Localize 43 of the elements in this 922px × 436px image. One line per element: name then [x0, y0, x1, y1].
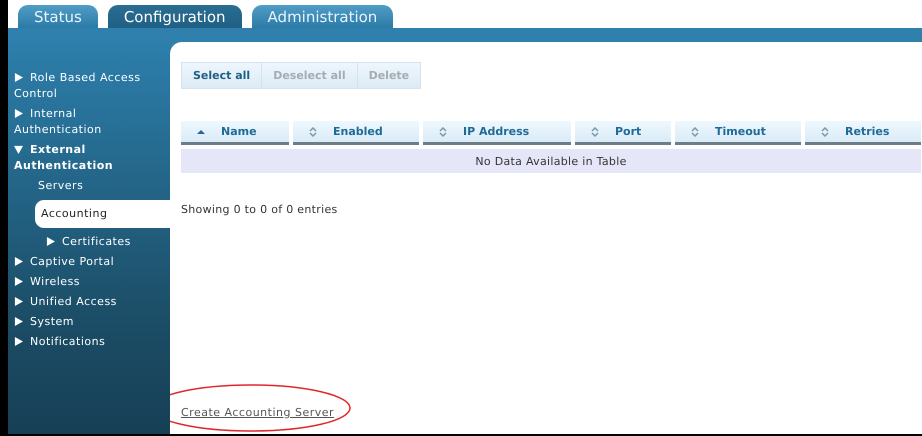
tab[interactable]: Configuration: [108, 5, 242, 28]
caret-right-icon[interactable]: [14, 109, 23, 118]
column-header[interactable]: Enabled: [293, 121, 419, 145]
caret-right-icon[interactable]: [14, 257, 23, 266]
nav-item[interactable]: External Authentication: [8, 140, 170, 176]
sort-icon[interactable]: [591, 126, 599, 136]
tab[interactable]: Status: [18, 5, 98, 28]
column-label: Enabled: [333, 125, 383, 138]
column-header[interactable]: Name: [181, 121, 289, 145]
column-header[interactable]: Retries: [805, 121, 921, 145]
caret-right-icon[interactable]: [14, 277, 23, 286]
column-header[interactable]: IP Address: [423, 121, 571, 145]
nav-item[interactable]: Certificates: [8, 232, 170, 252]
empty-message: No Data Available in Table: [475, 154, 627, 168]
column-header[interactable]: Timeout: [675, 121, 801, 145]
caret-right-icon[interactable]: [14, 337, 23, 346]
column-label: Timeout: [715, 125, 766, 138]
column-label: Port: [615, 125, 642, 138]
nav-item[interactable]: Accounting: [35, 200, 170, 228]
column-header[interactable]: Port: [575, 121, 671, 145]
nav-item[interactable]: Servers: [8, 176, 170, 196]
sort-icon[interactable]: [691, 126, 699, 136]
nav-item[interactable]: Captive Portal: [8, 252, 170, 272]
caret-right-icon[interactable]: [14, 297, 23, 306]
column-label: IP Address: [463, 125, 530, 138]
toolbar-button[interactable]: Select all: [182, 63, 262, 88]
nav-item[interactable]: System: [8, 312, 170, 332]
nav-item[interactable]: Unified Access: [8, 292, 170, 312]
column-label: Retries: [845, 125, 890, 138]
caret-right-icon[interactable]: [14, 73, 23, 82]
caret-right-icon[interactable]: [14, 317, 23, 326]
caret-right-icon[interactable]: [46, 237, 55, 246]
sort-icon[interactable]: [439, 126, 447, 136]
entries-info: Showing 0 to 0 of 0 entries: [181, 203, 338, 216]
tab[interactable]: Administration: [252, 5, 394, 28]
nav-item[interactable]: Internal Authentication: [8, 104, 170, 140]
caret-down-icon[interactable]: [14, 145, 23, 154]
nav-item[interactable]: Wireless: [8, 272, 170, 292]
sort-icon[interactable]: [309, 126, 317, 136]
nav-item[interactable]: Notifications: [8, 332, 170, 352]
nav-item[interactable]: Role Based Access Control: [8, 68, 170, 104]
column-label: Name: [221, 125, 257, 138]
sort-icon[interactable]: [821, 126, 829, 136]
